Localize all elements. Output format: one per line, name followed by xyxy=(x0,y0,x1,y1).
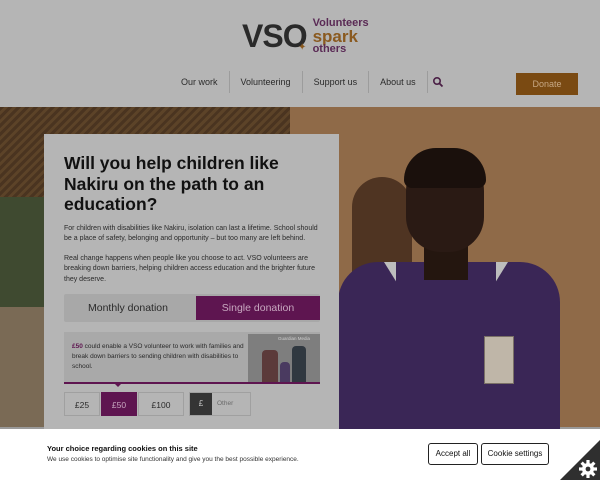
nav-item-about-us[interactable]: About us xyxy=(369,71,428,93)
impact-photo: Guardian Media xyxy=(248,334,320,382)
currency-symbol: £ xyxy=(190,393,212,415)
accept-all-button[interactable]: Accept all xyxy=(428,443,478,465)
donation-card: Will you help children like Nakiru on th… xyxy=(44,134,339,430)
selected-amount-pointer xyxy=(113,382,123,387)
cookie-banner: Your choice regarding cookies on this si… xyxy=(0,429,600,480)
nav-item-volunteering[interactable]: Volunteering xyxy=(230,71,303,93)
logo-tagline-line-2: spark xyxy=(312,26,358,46)
logo-tagline-line-3: others xyxy=(312,42,347,55)
school-badge xyxy=(484,336,514,384)
cookie-settings-button[interactable]: Cookie settings xyxy=(481,443,549,465)
appeal-paragraph: Real change happens when people like you… xyxy=(64,255,315,283)
donate-button[interactable]: Donate xyxy=(516,73,578,95)
other-amount-input[interactable]: Other xyxy=(212,393,250,415)
impact-amount: £50 xyxy=(72,343,83,350)
amount-25-button[interactable]: £25 xyxy=(64,392,100,416)
site-header: VSO Volunteers spark others ✦ Our work V… xyxy=(0,0,600,107)
nav-item-support-us[interactable]: Support us xyxy=(303,71,370,93)
logo-tagline: Volunteers spark others xyxy=(312,17,369,55)
amount-50-button[interactable]: £50 xyxy=(101,392,137,416)
page-title: Will you help children like Nakiru on th… xyxy=(64,153,279,214)
other-amount-field[interactable]: £ Other xyxy=(189,392,251,416)
impact-description: could enable a VSO volunteer to work wit… xyxy=(72,343,244,370)
cookie-title: Your choice regarding cookies on this si… xyxy=(47,444,198,453)
tab-single-donation[interactable]: Single donation xyxy=(196,296,320,320)
impact-info: £50 could enable a VSO volunteer to work… xyxy=(64,332,320,384)
impact-text: £50 could enable a VSO volunteer to work… xyxy=(72,342,244,372)
nav-item-our-work[interactable]: Our work xyxy=(170,71,230,93)
gear-icon[interactable] xyxy=(560,440,600,480)
amount-100-button[interactable]: £100 xyxy=(138,392,184,416)
main-nav: Our work Volunteering Support us About u… xyxy=(170,70,446,94)
cookie-text: We use cookies to optimise site function… xyxy=(47,456,299,463)
vso-logo[interactable]: VSO Volunteers spark others ✦ xyxy=(242,16,369,56)
logo-wordmark: VSO xyxy=(242,18,308,54)
sparkle-icon: ✦ xyxy=(298,42,307,53)
amount-options: £25 £50 £100 £ Other xyxy=(64,392,251,416)
donation-type-tabs: Monthly donation Single donation xyxy=(64,294,320,322)
photo-credit: Guardian Media xyxy=(278,336,311,341)
search-icon[interactable] xyxy=(432,75,446,89)
intro-paragraph: For children with disabilities like Naki… xyxy=(64,225,318,243)
tab-monthly-donation[interactable]: Monthly donation xyxy=(66,296,190,320)
